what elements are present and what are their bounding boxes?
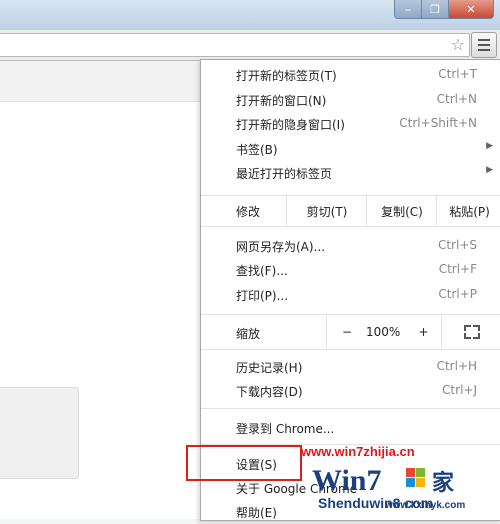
window-controls: ‒ ❐ ✕ [394,0,494,19]
menu-item-history[interactable]: 历史记录(H) Ctrl+H [201,355,500,379]
window-titlebar: ‒ ❐ ✕ [0,0,500,30]
fullscreen-icon [464,325,480,339]
menu-item-incognito[interactable]: 打开新的隐身窗口(I) Ctrl+Shift+N [201,112,500,136]
menu-item-save-page[interactable]: 网页另存为(A)... Ctrl+S [201,234,500,258]
fullscreen-button[interactable] [441,315,500,349]
edit-label: 修改 [236,205,261,219]
watermark-subtext: www.kxinyk.com [385,500,466,511]
copy-button[interactable]: 复制(C) [366,196,437,226]
paste-button[interactable]: 粘贴(P) [436,196,500,226]
page-panel [0,387,79,479]
page-header-strip [0,61,210,102]
cut-button[interactable]: 剪切(T) [286,196,367,226]
address-bar[interactable]: ☆ [0,33,470,57]
svg-text:家: 家 [432,470,455,496]
watermark-brand: Win7 [312,464,381,497]
watermark-url: www.win7zhijia.cn [301,444,415,459]
browser-toolbar: ☆ [0,30,500,61]
zoom-label: 缩放 [236,327,261,341]
submenu-arrow-icon: ▶ [486,141,493,151]
menu-item-bookmarks[interactable]: 书签(B) ▶ [201,137,500,161]
menu-item-downloads[interactable]: 下载内容(D) Ctrl+J [201,379,500,403]
close-button[interactable]: ✕ [449,0,494,19]
menu-icon [478,39,490,41]
menu-separator [201,408,500,409]
page-content [0,61,210,519]
menu-item-new-tab[interactable]: 打开新的标签页(T) Ctrl+T [201,63,500,87]
restore-icon: ❐ [430,2,440,16]
minimize-button[interactable]: ‒ [394,0,422,19]
settings-highlight-box [186,445,302,481]
windows-flag-icon [406,468,425,487]
restore-button[interactable]: ❐ [422,0,449,19]
close-icon: ✕ [466,2,476,16]
menu-item-new-window[interactable]: 打开新的窗口(N) Ctrl+N [201,88,500,112]
zoom-out-button[interactable]: − [326,315,367,349]
zoom-row: 缩放 − 100% + [201,314,500,350]
minimize-icon: ‒ [404,2,412,16]
bookmark-star-icon[interactable]: ☆ [451,35,465,55]
zoom-in-button[interactable]: + [406,315,441,349]
menu-item-print[interactable]: 打印(P)... Ctrl+P [201,283,500,307]
menu-item-find[interactable]: 查找(F)... Ctrl+F [201,258,500,282]
menu-item-signin[interactable]: 登录到 Chrome... [201,416,500,440]
submenu-arrow-icon: ▶ [486,165,493,175]
chrome-menu-button[interactable] [471,32,497,58]
zoom-value: 100% [366,325,401,339]
edit-row: 修改 剪切(T) 复制(C) 粘贴(P) [201,195,500,227]
menu-item-recent-tabs[interactable]: 最近打开的标签页 ▶ [201,161,500,185]
